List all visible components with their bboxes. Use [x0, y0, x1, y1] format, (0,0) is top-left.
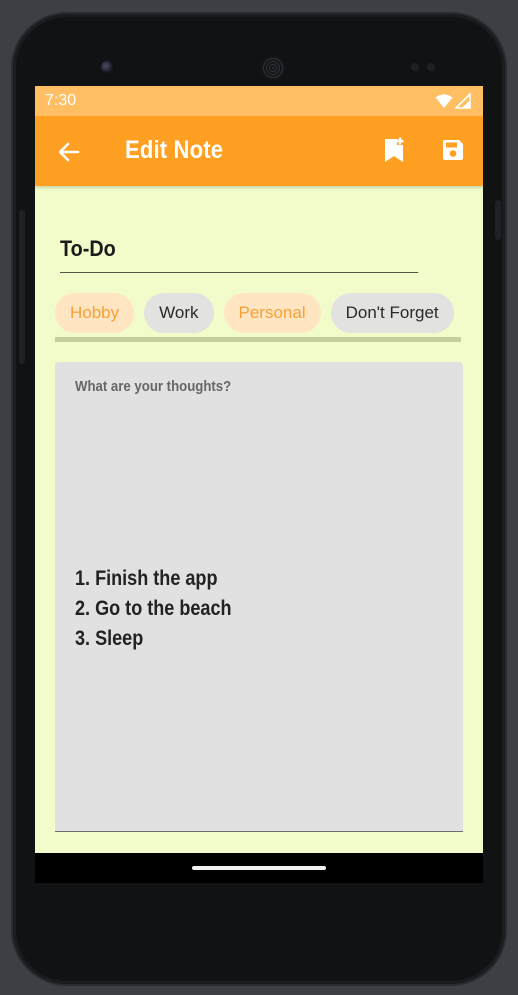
arrow-back-icon — [58, 142, 80, 162]
save-icon — [443, 140, 463, 160]
navigation-bar — [35, 853, 483, 883]
category-chips: Hobby Work Personal Don't Forget — [55, 293, 483, 333]
add-bookmark-button[interactable] — [381, 136, 407, 164]
page-title: Edit Note — [125, 136, 224, 164]
note-line: 1. Finish the app — [75, 567, 218, 590]
proximity-sensor — [411, 63, 419, 71]
app-screen: 7:30 Edit Note To-Do Hobby Work Personal… — [35, 86, 483, 883]
app-bar: Edit Note — [35, 116, 483, 186]
save-button[interactable] — [439, 136, 467, 164]
wifi-icon — [435, 94, 453, 108]
note-body-text: 1. Finish the app 2. Go to the beach 3. … — [75, 564, 232, 654]
note-title-input[interactable] — [60, 226, 419, 273]
signal-icon — [455, 93, 471, 109]
chip-hobby[interactable]: Hobby — [55, 293, 135, 333]
light-sensor — [427, 63, 435, 71]
note-body-hint: What are your thoughts? — [75, 378, 232, 395]
home-handle[interactable] — [192, 866, 326, 870]
volume-button — [495, 200, 501, 240]
chips-scrollbar[interactable] — [55, 337, 461, 342]
note-line: 3. Sleep — [75, 627, 144, 650]
note-line: 2. Go to the beach — [75, 597, 232, 620]
status-bar: 7:30 — [35, 86, 483, 116]
note-body-input[interactable]: What are your thoughts? 1. Finish the ap… — [55, 362, 463, 832]
chip-work[interactable]: Work — [144, 293, 214, 333]
power-button — [19, 210, 25, 364]
back-button[interactable] — [55, 138, 83, 166]
status-icons — [435, 93, 471, 109]
front-camera — [101, 61, 113, 73]
chip-personal[interactable]: Personal — [223, 293, 321, 333]
earpiece-speaker — [261, 56, 285, 80]
chip-dont-forget[interactable]: Don't Forget — [330, 293, 454, 333]
bookmark-add-icon — [385, 137, 404, 162]
status-time: 7:30 — [45, 92, 77, 109]
